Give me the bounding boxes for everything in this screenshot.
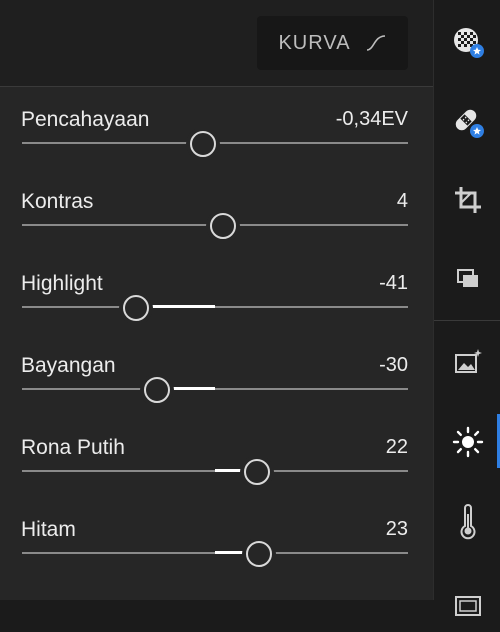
crop-icon — [454, 187, 481, 213]
curve-button[interactable]: KURVA — [257, 16, 408, 70]
sidebar-item-light[interactable] — [434, 412, 500, 472]
slider-row: Bayangan -30 — [0, 354, 433, 436]
slider-thumb[interactable] — [122, 295, 149, 321]
slider-row: Hitam 23 — [0, 518, 433, 600]
slider-value[interactable]: -41 — [379, 272, 408, 295]
slider-label: Bayangan — [21, 354, 116, 377]
sidebar-item-healing[interactable] — [434, 92, 500, 152]
slider-thumb[interactable] — [190, 131, 217, 157]
slider-thumb[interactable] — [144, 377, 171, 403]
effects-icon — [454, 596, 481, 616]
sidebar-item-auto[interactable] — [434, 332, 500, 392]
versions-icon — [456, 269, 478, 287]
slider-label: Hitam — [21, 518, 76, 541]
slider-row: Pencahayaan -0,34EV — [0, 108, 433, 190]
presets-icon — [453, 28, 484, 58]
slider-row: Highlight -41 — [0, 272, 433, 354]
sidebar-item-effects[interactable] — [434, 572, 500, 632]
slider-label: Kontras — [21, 190, 94, 213]
slider-track[interactable] — [22, 388, 408, 390]
slider-row: Rona Putih 22 — [0, 436, 433, 518]
sidebar-item-color[interactable] — [434, 492, 500, 552]
curve-icon — [366, 35, 385, 51]
light-icon — [452, 426, 483, 458]
slider-value[interactable]: -30 — [379, 354, 408, 377]
sidebar-divider — [434, 320, 500, 321]
slider-label: Pencahayaan — [21, 108, 150, 131]
slider-row: Kontras 4 — [0, 190, 433, 272]
slider-value[interactable]: 22 — [386, 436, 408, 459]
slider-label: Rona Putih — [21, 436, 125, 459]
tool-sidebar — [433, 0, 500, 616]
slider-thumb[interactable] — [244, 459, 271, 485]
sidebar-item-versions[interactable] — [434, 248, 500, 308]
slider-thumb[interactable] — [246, 541, 273, 567]
slider-thumb[interactable] — [209, 213, 236, 239]
slider-track[interactable] — [22, 306, 408, 308]
sidebar-item-crop[interactable] — [434, 170, 500, 230]
curve-button-label: KURVA — [278, 31, 351, 54]
sidebar-item-presets[interactable] — [434, 12, 500, 72]
slider-value[interactable]: 4 — [397, 190, 408, 213]
slider-label: Highlight — [21, 272, 103, 295]
edit-panel: KURVA Pencahayaan -0,34EV Kontras 4 High… — [0, 0, 433, 600]
healing-icon — [455, 109, 484, 138]
slider-value[interactable]: 23 — [386, 518, 408, 541]
panel-header: KURVA — [0, 0, 433, 87]
color-temperature-icon — [460, 504, 475, 540]
auto-enhance-icon — [454, 349, 482, 373]
slider-value[interactable]: -0,34EV — [336, 108, 408, 131]
